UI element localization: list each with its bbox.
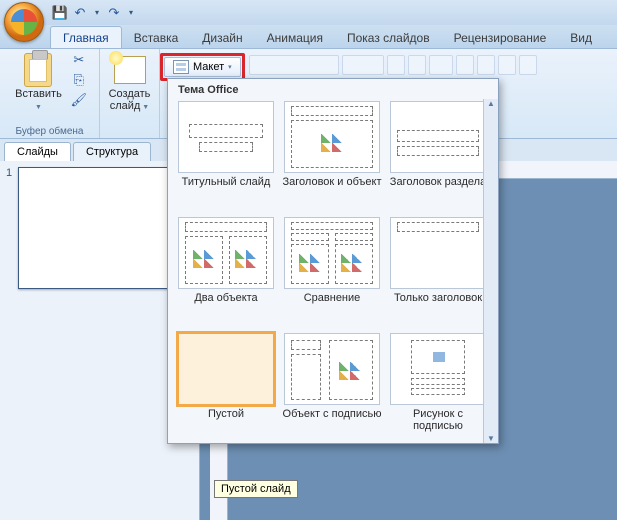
format-painter-icon[interactable]: 🖌: [70, 92, 88, 108]
slide-number: 1: [6, 167, 12, 289]
tab-slideshow[interactable]: Показ слайдов: [335, 27, 442, 48]
undo-dropdown-icon[interactable]: ▾: [92, 5, 102, 21]
layout-title-only-label: Только заголовок: [394, 292, 482, 316]
undo-icon[interactable]: ↶: [72, 5, 88, 21]
layout-button-highlight: Макет ▾: [160, 53, 245, 81]
pane-tab-slides[interactable]: Слайды: [4, 142, 71, 161]
layout-section-header[interactable]: Заголовок раздела: [388, 101, 488, 215]
tab-review[interactable]: Рецензирование: [442, 27, 559, 48]
new-slide-icon: [114, 56, 146, 84]
chevron-down-icon: ▼: [35, 104, 42, 111]
layout-content-caption-label: Объект с подписью: [283, 408, 382, 432]
new-slide-button[interactable]: Создать слайд ▼: [105, 52, 155, 116]
layout-icon: [173, 60, 189, 74]
tab-home[interactable]: Главная: [50, 26, 122, 48]
copy-icon[interactable]: ⎘: [70, 72, 88, 88]
layout-title-slide-label: Титульный слайд: [182, 176, 271, 200]
pane-tab-outline[interactable]: Структура: [73, 142, 151, 161]
clipboard-group-label: Буфер обмена: [0, 126, 99, 137]
layout-gallery: Тема Office Титульный слайд Заголовок и …: [167, 78, 499, 444]
layout-section-header-label: Заголовок раздела: [390, 176, 486, 200]
save-icon[interactable]: 💾: [52, 5, 68, 21]
tab-design[interactable]: Дизайн: [190, 27, 254, 48]
ribbon-tabs: Главная Вставка Дизайн Анимация Показ сл…: [0, 25, 617, 49]
layout-picture-caption[interactable]: Рисунок с подписью: [388, 333, 488, 443]
clipboard-icon: [24, 53, 52, 87]
layout-title-content-label: Заголовок и объект: [283, 176, 382, 200]
layout-title-slide[interactable]: Титульный слайд: [176, 101, 276, 215]
tab-animation[interactable]: Анимация: [255, 27, 335, 48]
layout-label: Макет: [193, 61, 224, 73]
cut-icon[interactable]: ✂: [70, 52, 88, 68]
slide-thumbnail-1[interactable]: [18, 167, 188, 289]
layout-title-only[interactable]: Только заголовок: [388, 217, 488, 331]
layout-content-caption[interactable]: Объект с подписью: [282, 333, 382, 443]
gallery-scrollbar[interactable]: ▲▼: [483, 99, 498, 443]
gallery-theme-label: Тема Office: [168, 79, 498, 99]
office-button[interactable]: [4, 2, 44, 42]
scroll-up-icon[interactable]: ▲: [487, 99, 495, 108]
paste-button[interactable]: Вставить ▼: [11, 52, 66, 116]
tab-view[interactable]: Вид: [558, 27, 604, 48]
layout-comparison[interactable]: Сравнение: [282, 217, 382, 331]
chevron-down-icon: ▾: [228, 63, 232, 71]
tooltip-blank-slide: Пустой слайд: [214, 480, 298, 498]
layout-title-content[interactable]: Заголовок и объект: [282, 101, 382, 215]
layout-blank-label: Пустой: [208, 408, 244, 432]
paste-label: Вставить: [15, 88, 62, 100]
qat-customize-icon[interactable]: ▾: [126, 5, 136, 21]
layout-button[interactable]: Макет ▾: [164, 57, 241, 77]
scroll-down-icon[interactable]: ▼: [487, 434, 495, 443]
layout-blank[interactable]: Пустой: [176, 333, 276, 443]
chevron-down-icon: ▼: [140, 104, 149, 111]
layout-comparison-label: Сравнение: [304, 292, 361, 316]
layout-picture-caption-label: Рисунок с подписью: [388, 408, 488, 432]
layout-two-content-label: Два объекта: [194, 292, 257, 316]
layout-two-content[interactable]: Два объекта: [176, 217, 276, 331]
tab-insert[interactable]: Вставка: [122, 27, 191, 48]
redo-icon[interactable]: ↷: [106, 5, 122, 21]
